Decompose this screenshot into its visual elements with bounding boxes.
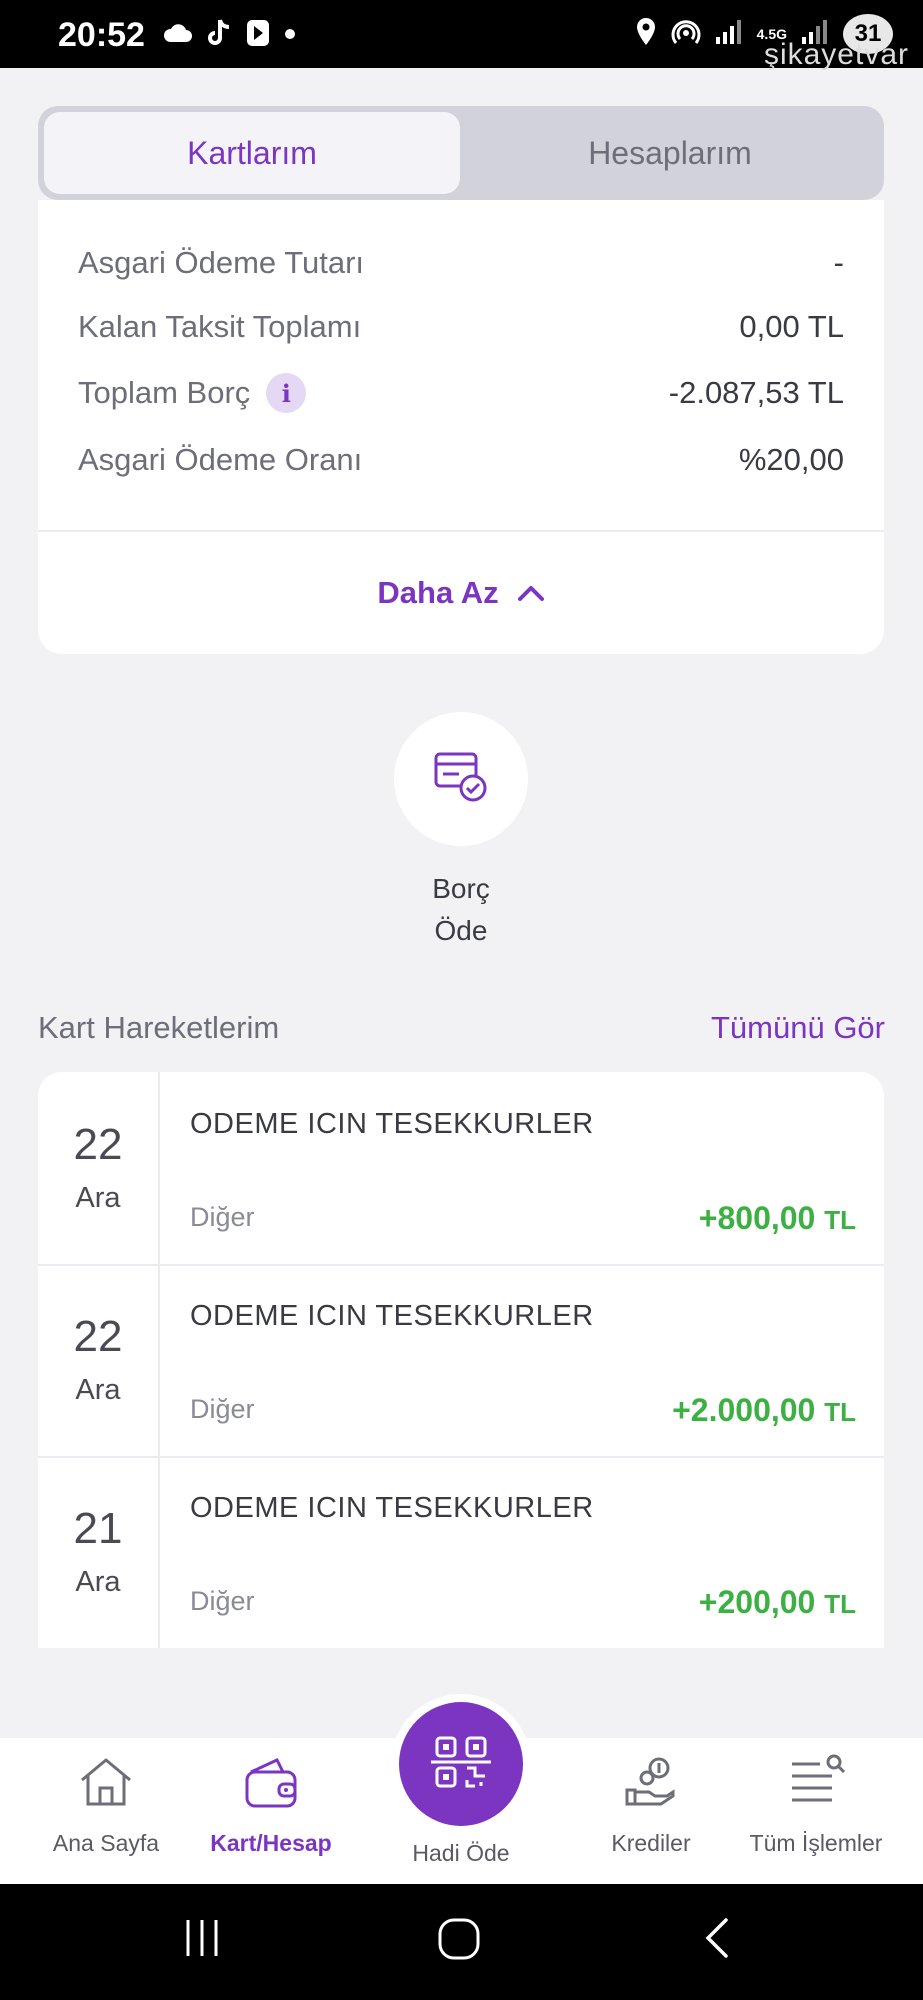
transaction-row[interactable]: 22 Ara ODEME ICIN TESEKKURLER Diğer +2.0… — [38, 1264, 884, 1458]
transaction-category: Diğer — [190, 1394, 255, 1424]
transaction-amount: +200,00 TL — [699, 1584, 856, 1621]
transaction-month: Ara — [75, 1566, 121, 1598]
recent-apps-icon[interactable] — [180, 1916, 224, 1965]
transaction-day: 21 — [73, 1504, 123, 1553]
info-icon[interactable]: i — [266, 373, 307, 413]
signal-icon — [715, 19, 743, 50]
pay-debt-label-line2: Öde — [434, 915, 488, 946]
tiktok-icon — [206, 18, 232, 53]
back-icon[interactable] — [700, 1916, 734, 1965]
detail-value: -2.087,53 TL — [668, 375, 844, 410]
transaction-date: 22 Ara — [38, 1264, 160, 1456]
show-less-button[interactable]: Daha Az — [38, 532, 884, 654]
detail-value: - — [833, 245, 844, 280]
nav-all-transactions[interactable]: Tüm İşlemler — [731, 1738, 901, 1884]
list-search-icon — [784, 1752, 848, 1817]
status-bar: 20:52 4.5G 31 şikayetvar — [0, 0, 923, 71]
status-time: 20:52 — [58, 16, 145, 54]
detail-row: Kalan Taksit Toplamı 0,00 TL — [78, 302, 844, 352]
transaction-description: ODEME ICIN TESEKKURLER — [190, 1108, 594, 1140]
loan-hand-icon — [621, 1752, 681, 1817]
system-navigation-bar — [0, 1884, 923, 2000]
transaction-month: Ara — [75, 1374, 121, 1406]
dot-icon — [284, 27, 296, 45]
nav-home[interactable]: Ana Sayfa — [21, 1738, 191, 1884]
detail-row: Toplam Borç i -2.087,53 TL — [78, 368, 844, 418]
location-icon — [635, 17, 657, 52]
hadi-ode-label[interactable]: Hadi Öde — [361, 1840, 561, 1867]
detail-label: Kalan Taksit Toplamı — [78, 309, 362, 344]
transaction-month: Ara — [75, 1182, 121, 1214]
detail-label: Asgari Ödeme Tutarı — [78, 245, 365, 280]
media-play-icon — [246, 19, 270, 52]
nav-label: Krediler — [611, 1830, 691, 1856]
transaction-amount: +2.000,00 TL — [672, 1392, 856, 1429]
transaction-description: ODEME ICIN TESEKKURLER — [190, 1492, 594, 1524]
amount-currency: TL — [824, 1205, 856, 1235]
amount-currency: TL — [824, 1589, 856, 1619]
pay-debt-button[interactable] — [394, 712, 528, 846]
amount-value: +2.000,00 — [672, 1392, 816, 1428]
transaction-day: 22 — [73, 1120, 123, 1169]
transaction-day: 22 — [73, 1312, 123, 1361]
pay-debt-label-line1: Borç — [432, 873, 490, 904]
transactions-title: Kart Hareketlerim — [38, 1010, 280, 1045]
cloud-icon — [162, 22, 192, 49]
hadi-ode-button[interactable] — [399, 1702, 523, 1826]
transaction-row[interactable]: 21 Ara ODEME ICIN TESEKKURLER Diğer +200… — [38, 1456, 884, 1648]
see-all-link[interactable]: Tümünü Gör — [711, 1010, 885, 1046]
wallet-icon — [241, 1752, 301, 1817]
detail-row: Asgari Ödeme Tutarı - — [78, 238, 844, 288]
detail-row: Asgari Ödeme Oranı %20,00 — [78, 435, 844, 485]
transaction-date: 22 Ara — [38, 1072, 160, 1264]
show-less-label: Daha Az — [377, 575, 499, 610]
home-circle-icon[interactable] — [436, 1916, 482, 1967]
card-details-panel: Asgari Ödeme Tutarı - Kalan Taksit Topla… — [38, 200, 884, 654]
amount-value: +800,00 — [698, 1200, 816, 1236]
amount-value: +200,00 — [698, 1584, 816, 1620]
chevron-up-icon — [517, 575, 545, 611]
nav-card-account[interactable]: Kart/Hesap — [186, 1738, 356, 1884]
nav-label: Ana Sayfa — [52, 1830, 160, 1856]
nav-loans[interactable]: Krediler — [566, 1738, 736, 1884]
detail-value: 0,00 TL — [739, 309, 844, 344]
transaction-date: 21 Ara — [38, 1456, 160, 1648]
nav-label: Tüm İşlemler — [749, 1830, 883, 1856]
qr-code-icon — [431, 1732, 491, 1797]
card-check-icon — [433, 750, 489, 809]
amount-currency: TL — [824, 1397, 856, 1427]
tab-kartlarim[interactable]: Kartlarım — [44, 112, 460, 194]
transaction-row[interactable]: 22 Ara ODEME ICIN TESEKKURLER Diğer +800… — [38, 1072, 884, 1266]
transaction-amount: +800,00 TL — [699, 1200, 856, 1237]
transactions-list: 22 Ara ODEME ICIN TESEKKURLER Diğer +800… — [38, 1072, 884, 1648]
transaction-description: ODEME ICIN TESEKKURLER — [190, 1300, 594, 1332]
home-icon — [76, 1752, 136, 1817]
nav-label: Kart/Hesap — [210, 1830, 332, 1856]
pay-debt-label[interactable]: Borç Öde — [330, 868, 592, 952]
hotspot-icon — [671, 17, 701, 52]
tab-hesaplarim[interactable]: Hesaplarım — [462, 112, 878, 194]
detail-label: Asgari Ödeme Oranı — [78, 442, 363, 477]
transaction-category: Diğer — [190, 1202, 255, 1232]
detail-value: %20,00 — [738, 442, 844, 477]
detail-label-wrap: Toplam Borç i — [78, 373, 307, 413]
card-account-tabs: Kartlarım Hesaplarım — [38, 106, 884, 200]
transaction-category: Diğer — [190, 1586, 255, 1616]
watermark: şikayetvar — [763, 38, 909, 71]
detail-label: Toplam Borç — [78, 375, 251, 410]
